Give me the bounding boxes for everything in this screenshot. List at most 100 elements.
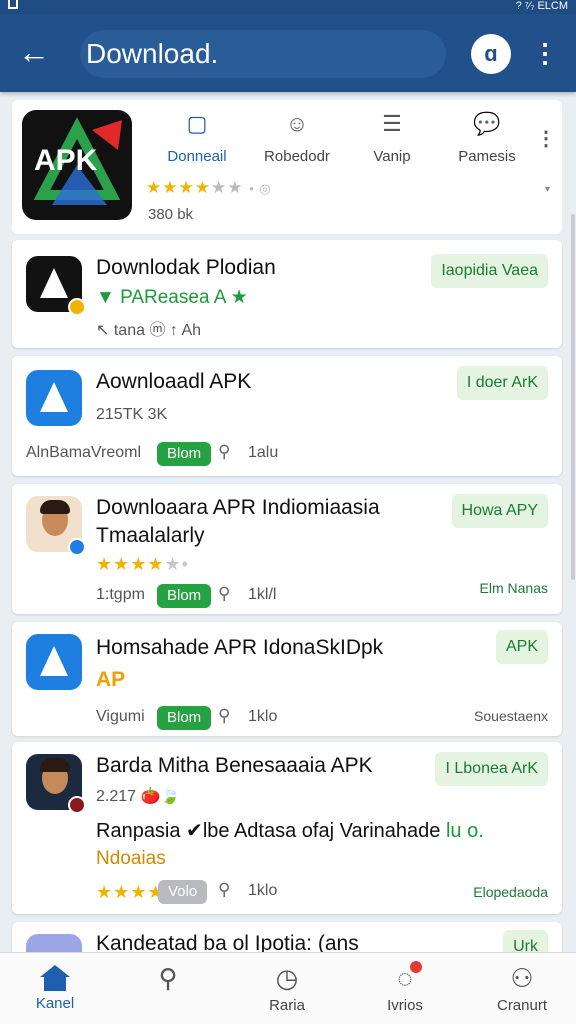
rating-stars: ★★★★ [146, 178, 211, 197]
app-bar: ← Download. ɑ ⋮ [0, 14, 576, 92]
app-publisher: ▼ PAReasea A ★ [96, 287, 248, 308]
app-meta-right: 1alu [248, 444, 279, 461]
tab-label: Robedodr [264, 148, 330, 165]
app-tag: AP [96, 668, 126, 691]
page-title: Download. [86, 38, 219, 69]
app-meta: ↖ tana ⓜ ↑ Ah [96, 322, 202, 339]
app-card-homsahade[interactable]: Homsahade APR IdonaSkIDpk AP Vigumi Blom… [12, 622, 562, 736]
app-card-downloaara[interactable]: Downloaara APR Indiomiaasia Tmaalalarly … [12, 484, 562, 614]
download-chip[interactable]: APK [495, 630, 548, 664]
app-meta-right: 1klo [248, 708, 278, 725]
app-card-downlodak[interactable]: Downlodak Plodian ▼ PAReasea A ★ ↖ tana … [12, 240, 562, 348]
app-size: 215TK 3K [96, 406, 168, 423]
search-icon: ⚲ [158, 963, 178, 993]
app-meta-left: AlnBamaVreoml [26, 444, 142, 461]
tab-robedodr[interactable]: ☺ Robedodr [252, 110, 342, 170]
app-meta-right: 1klo [248, 882, 278, 899]
app-meta-right: 1kl/l [248, 586, 277, 603]
search-icon[interactable]: ⚲ [218, 880, 230, 900]
overflow-menu-button[interactable]: ⋮ [532, 36, 558, 72]
app-logo-icon [40, 646, 68, 676]
chat-icon: ☰ [382, 111, 402, 136]
download-chip[interactable]: Iaopidia Vaea [431, 254, 548, 288]
comment-notify-icon: 💬 [473, 111, 501, 136]
account-button[interactable]: ɑ [471, 34, 511, 74]
more-vert-icon: ⋮ [532, 38, 558, 68]
download-chip[interactable]: I doer ArK [456, 366, 548, 400]
back-button[interactable]: ← [14, 34, 54, 74]
app-icon [26, 370, 82, 426]
app-note: Elm Nanas [479, 580, 548, 596]
bottom-navigation: Kanel ⚲ ◷ Raria ◌ Ivrios ⚇ Cranurt [0, 952, 576, 1024]
app-meta-left: 1:tgpm [96, 586, 145, 603]
nav-ivrios[interactable]: ◌ Ivrios [355, 961, 455, 1014]
featured-card: APK ▢ Donneail ☺ Robedodr ☰ Vanip 💬 Pame… [12, 100, 562, 234]
app-subtitle: Tmaalalarly [96, 524, 205, 547]
category-tabs: ▢ Donneail ☺ Robedodr ☰ Vanip 💬 Pamesis … [152, 110, 556, 170]
rating-stars: ★★★★ [96, 554, 165, 574]
tab-pamesis[interactable]: 💬 Pamesis [442, 110, 532, 170]
app-card-barda[interactable]: Barda Mitha Benesaaaia APK 2.217 🍅🍃 Ranp… [12, 742, 562, 914]
tab-label: Donneail [167, 148, 227, 165]
app-logo-icon [40, 382, 68, 412]
apk-logo[interactable]: APK [22, 110, 132, 220]
notification-dot [410, 961, 422, 973]
nav-label: Kanel [35, 995, 75, 1012]
apk-logo-text: APK [34, 144, 98, 177]
verified-icon [68, 538, 86, 556]
scrollbar[interactable] [571, 214, 575, 580]
rating-stars-empty: ★• [164, 554, 189, 574]
app-rating: ★★★★★• [96, 554, 189, 575]
nav-search[interactable]: ⚲ [118, 963, 218, 997]
badge-icon [68, 796, 86, 814]
app-meta-left: Vigumi [96, 708, 145, 725]
app-title: Aownloaadl APK [96, 370, 252, 393]
tab-donneail[interactable]: ▢ Donneail [152, 110, 242, 170]
nav-home[interactable]: Kanel [5, 963, 105, 1012]
account-icon: ɑ [484, 41, 498, 66]
nav-cranurt[interactable]: ⚇ Cranurt [472, 963, 572, 1014]
more-tabs-icon[interactable]: ⋮ [536, 126, 556, 151]
nav-raria[interactable]: ◷ Raria [237, 963, 337, 1014]
app-rating: ★★★★ [96, 882, 165, 902]
rating-stars-empty: ★★ [210, 178, 244, 197]
app-card-aownloaadl[interactable]: Aownloaadl APK 215TK 3K AlnBamaVreoml Bl… [12, 356, 562, 476]
tab-vanip[interactable]: ☰ Vanip [347, 110, 437, 170]
app-title: Downloaara APR Indiomiaasia [96, 496, 380, 519]
featured-size: 380 bk [148, 206, 194, 223]
app-tag: Ndoaias [96, 848, 166, 869]
status-text: ? ⁷⁄₇ ELCM [515, 0, 568, 12]
search-icon[interactable]: ⚲ [218, 584, 230, 604]
nav-label: Cranurt [496, 997, 548, 1014]
download-chip[interactable]: Howa APY [451, 494, 548, 528]
nav-label: Raria [269, 997, 305, 1014]
download-chip[interactable]: I Lbonea ArK [435, 752, 548, 786]
status-pill[interactable]: Blom [157, 442, 212, 466]
tab-label: Vanip [373, 148, 411, 165]
avatar-icon [40, 758, 70, 794]
nav-label: Ivrios [387, 997, 423, 1014]
status-pill[interactable]: Volo [158, 880, 208, 904]
face-icon: ☺ [285, 111, 309, 136]
status-pill[interactable]: Blom [157, 706, 212, 730]
app-title: Homsahade APR IdonaSkIDpk [96, 636, 384, 659]
search-icon[interactable]: ⚲ [218, 706, 230, 726]
caret-down-icon[interactable]: ▾ [545, 184, 550, 195]
clock-icon: ◷ [275, 963, 299, 993]
avatar-icon [40, 500, 70, 536]
status-icon [8, 0, 18, 9]
tab-label: Pamesis [458, 148, 516, 165]
app-title: Barda Mitha Benesaaaia APK [96, 754, 373, 777]
app-note: Souestaenx [474, 708, 548, 724]
home-icon [40, 965, 70, 991]
search-icon[interactable]: ⚲ [218, 442, 230, 462]
app-meta: 2.217 🍅🍃 [96, 788, 181, 805]
description-tail: lu o. [445, 820, 484, 842]
app-title: Downlodak Plodian [96, 256, 276, 279]
status-pill[interactable]: Blom [157, 584, 212, 608]
title-field[interactable]: Download. [80, 30, 446, 78]
back-arrow-icon: ← [18, 34, 50, 70]
description-text: Ranpasia ✔lbe Adtasa ofaj Varinahade [96, 820, 441, 842]
badge-icon [68, 298, 86, 316]
app-icon [26, 634, 82, 690]
